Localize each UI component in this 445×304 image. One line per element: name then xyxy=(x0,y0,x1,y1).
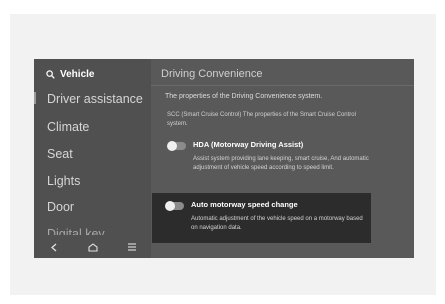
auto-speed-change-title[interactable]: Auto motorway speed change xyxy=(191,200,298,209)
sidebar-header[interactable]: Vehicle xyxy=(46,67,94,81)
hda-toggle[interactable] xyxy=(167,141,186,151)
page-title: Driving Convenience xyxy=(161,68,263,80)
scc-note: SCC (Smart Cruise Control) The propertie… xyxy=(167,112,356,127)
title-divider xyxy=(151,85,414,86)
auto-speed-change-toggle[interactable] xyxy=(165,201,184,211)
auto-speed-change-description: Automatic adjustment of the vehicle spee… xyxy=(191,216,363,231)
menu-icon[interactable] xyxy=(122,237,142,257)
scroll-indicator xyxy=(34,92,36,104)
content-panel: Driving Convenience The properties of th… xyxy=(151,59,414,258)
bottom-nav xyxy=(34,236,151,258)
home-icon[interactable] xyxy=(83,237,103,257)
back-icon[interactable] xyxy=(44,237,64,257)
sidebar-item-driver-assistance[interactable]: Driver assistance xyxy=(47,92,143,106)
sidebar-item-lights[interactable]: Lights xyxy=(47,174,80,188)
page-description: The properties of the Driving Convenienc… xyxy=(165,93,323,100)
search-icon xyxy=(46,69,55,79)
sidebar-header-label: Vehicle xyxy=(60,68,95,80)
sidebar-item-door[interactable]: Door xyxy=(47,200,74,214)
sidebar-item-digital-key[interactable]: Digital key xyxy=(47,227,105,235)
sidebar-item-seat[interactable]: Seat xyxy=(47,147,73,161)
hda-option-description: Assist system providing lane keeping, sm… xyxy=(193,156,369,171)
sidebar-item-climate[interactable]: Climate xyxy=(47,120,89,134)
hda-option-title[interactable]: HDA (Motorway Driving Assist) xyxy=(193,140,303,149)
sidebar: Vehicle Driver assistance Climate Seat L… xyxy=(34,59,151,258)
infotainment-screen: Vehicle Driver assistance Climate Seat L… xyxy=(34,59,414,258)
